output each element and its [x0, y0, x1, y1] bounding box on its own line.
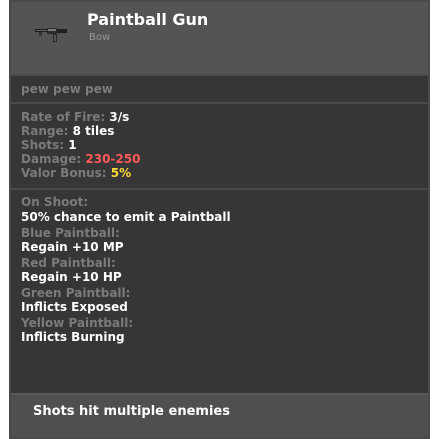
stat-label: Valor Bonus: — [21, 166, 107, 180]
stat-value: 1 — [68, 138, 77, 152]
paintball-name: Yellow Paintball: — [21, 316, 134, 330]
divider — [11, 188, 428, 190]
paintball-name: Red Paintball: — [21, 256, 116, 270]
stat-label: Damage: — [21, 152, 82, 166]
stat-label: Range: — [21, 124, 69, 138]
stat-rate-of-fire: Rate of Fire: 3/s — [21, 110, 129, 124]
item-tooltip: Paintball Gun Bow pew pew pew Rate of Fi… — [9, 0, 430, 439]
item-description: pew pew pew — [21, 82, 113, 96]
footer-text: Shots hit multiple enemies — [33, 404, 230, 419]
item-tier: Bow — [89, 32, 111, 43]
stat-value: 3/s — [109, 110, 130, 124]
stat-label: Rate of Fire: — [21, 110, 106, 124]
paintball-gun-icon — [35, 28, 67, 42]
paintball-effect: Inflicts Exposed — [21, 300, 128, 314]
stat-shots: Shots: 1 — [21, 138, 77, 152]
paintball-effect: Regain +10 MP — [21, 240, 124, 254]
paintball-name: Blue Paintball: — [21, 226, 120, 240]
paintball-effect: Regain +10 HP — [21, 270, 122, 284]
paintball-effect: Inflicts Burning — [21, 330, 125, 344]
divider — [11, 102, 428, 104]
stat-damage: Damage: 230-250 — [21, 152, 140, 166]
stat-value: 230-250 — [85, 152, 141, 166]
paintball-name: Green Paintball: — [21, 286, 131, 300]
stat-value: 8 tiles — [72, 124, 115, 138]
on-shoot-header: On Shoot: — [21, 195, 89, 209]
stat-valor-bonus: Valor Bonus: 5% — [21, 166, 131, 180]
tooltip-header: Paintball Gun Bow — [11, 2, 428, 76]
stat-value: 5% — [110, 166, 132, 180]
tooltip-footer: Shots hit multiple enemies — [11, 393, 428, 437]
item-name: Paintball Gun — [87, 10, 209, 29]
stat-range: Range: 8 tiles — [21, 124, 114, 138]
on-shoot-chance: 50% chance to emit a Paintball — [21, 210, 231, 224]
stat-label: Shots: — [21, 138, 65, 152]
